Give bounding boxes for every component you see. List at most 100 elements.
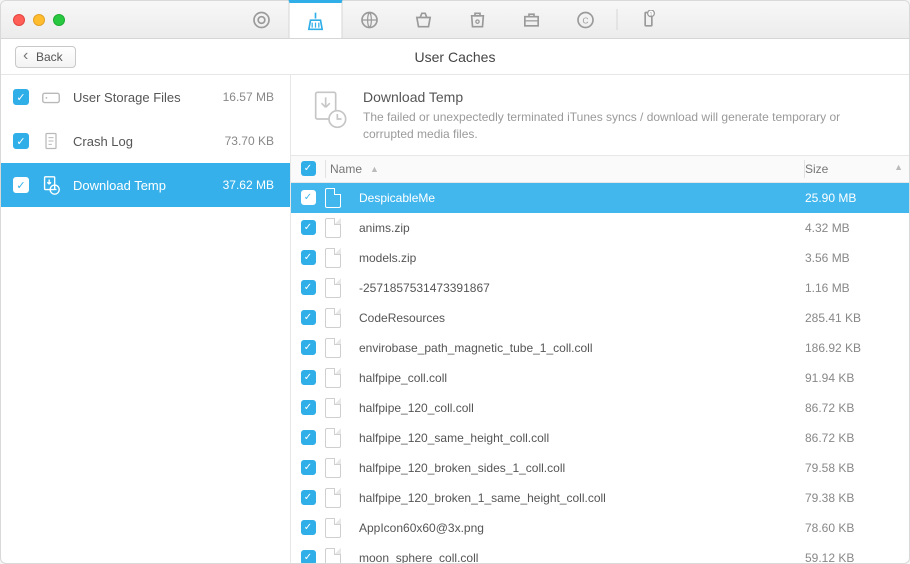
file-size: 91.94 KB bbox=[805, 371, 909, 385]
column-header-name[interactable]: Name▲ bbox=[326, 162, 804, 176]
minimize-window-button[interactable] bbox=[33, 14, 45, 26]
row-checkbox[interactable]: ✓ bbox=[301, 460, 316, 475]
page-title: User Caches bbox=[415, 49, 496, 65]
row-checkbox[interactable]: ✓ bbox=[301, 400, 316, 415]
toolbar-clean-icon[interactable] bbox=[289, 0, 343, 38]
file-name: envirobase_path_magnetic_tube_1_coll.col… bbox=[355, 341, 805, 355]
sidebar-item-crash-log[interactable]: ✓ Crash Log 73.70 KB bbox=[1, 119, 290, 163]
checkbox-icon[interactable]: ✓ bbox=[13, 133, 29, 149]
toolbar-dashboard-icon[interactable] bbox=[235, 1, 289, 38]
download-temp-icon bbox=[39, 173, 63, 197]
file-name: halfpipe_coll.coll bbox=[355, 371, 805, 385]
table-row[interactable]: ✓ halfpipe_120_broken_sides_1_coll.coll79… bbox=[291, 453, 909, 483]
toolbar-trash-icon[interactable] bbox=[451, 1, 505, 38]
table-row[interactable]: ✓ moon_sphere_coll.coll59.12 KB bbox=[291, 543, 909, 563]
table-row[interactable]: ✓ models.zip3.56 MB bbox=[291, 243, 909, 273]
row-checkbox[interactable]: ✓ bbox=[301, 490, 316, 505]
row-checkbox[interactable]: ✓ bbox=[301, 520, 316, 535]
file-icon bbox=[325, 518, 355, 538]
toolbar-globe-icon[interactable] bbox=[343, 1, 397, 38]
file-size: 4.32 MB bbox=[805, 221, 909, 235]
description-block: Download Temp The failed or unexpectedly… bbox=[291, 75, 909, 155]
row-checkbox[interactable]: ✓ bbox=[301, 250, 316, 265]
zoom-window-button[interactable] bbox=[53, 14, 65, 26]
app-window: C 1 Back User Caches ✓ User Storage File… bbox=[0, 0, 910, 564]
column-header-size[interactable]: Size▲ bbox=[805, 162, 909, 176]
file-name: models.zip bbox=[355, 251, 805, 265]
row-checkbox[interactable]: ✓ bbox=[301, 340, 316, 355]
file-size: 1.16 MB bbox=[805, 281, 909, 295]
row-checkbox[interactable]: ✓ bbox=[301, 430, 316, 445]
main-pane: Download Temp The failed or unexpectedly… bbox=[291, 75, 909, 563]
file-size: 78.60 KB bbox=[805, 521, 909, 535]
row-checkbox[interactable]: ✓ bbox=[301, 310, 316, 325]
row-checkbox[interactable]: ✓ bbox=[301, 550, 316, 563]
table-row[interactable]: ✓ halfpipe_120_same_height_coll.coll86.72… bbox=[291, 423, 909, 453]
file-icon bbox=[325, 308, 355, 328]
section-description: The failed or unexpectedly terminated iT… bbox=[363, 109, 891, 143]
sidebar-item-label: User Storage Files bbox=[73, 90, 213, 105]
toolbar-separator bbox=[617, 9, 618, 30]
back-button[interactable]: Back bbox=[15, 46, 76, 68]
checkbox-icon[interactable]: ✓ bbox=[13, 89, 29, 105]
toolbar-basket-icon[interactable] bbox=[397, 1, 451, 38]
table-row[interactable]: ✓ halfpipe_coll.coll91.94 KB bbox=[291, 363, 909, 393]
row-checkbox[interactable]: ✓ bbox=[301, 280, 316, 295]
file-size: 79.38 KB bbox=[805, 491, 909, 505]
row-checkbox[interactable]: ✓ bbox=[301, 370, 316, 385]
file-icon bbox=[325, 548, 355, 563]
sidebar-item-size: 37.62 MB bbox=[223, 178, 274, 192]
back-button-label: Back bbox=[36, 50, 63, 64]
document-icon bbox=[39, 129, 63, 153]
sort-indicator-icon: ▲ bbox=[894, 162, 903, 172]
table-body[interactable]: ✓DespicableMe25.90 MB✓anims.zip4.32 MB✓m… bbox=[291, 183, 909, 563]
sort-asc-icon: ▲ bbox=[370, 164, 379, 174]
section-title: Download Temp bbox=[363, 89, 891, 105]
sidebar-item-user-storage[interactable]: ✓ User Storage Files 16.57 MB bbox=[1, 75, 290, 119]
table-row[interactable]: ✓ halfpipe_120_broken_1_same_height_coll.… bbox=[291, 483, 909, 513]
file-name: AppIcon60x60@3x.png bbox=[355, 521, 805, 535]
table-row[interactable]: ✓ DespicableMe25.90 MB bbox=[291, 183, 909, 213]
table-row[interactable]: ✓anims.zip4.32 MB bbox=[291, 213, 909, 243]
file-size: 86.72 KB bbox=[805, 401, 909, 415]
drive-icon bbox=[39, 85, 63, 109]
table-row[interactable]: ✓ AppIcon60x60@3x.png78.60 KB bbox=[291, 513, 909, 543]
sidebar-item-size: 73.70 KB bbox=[225, 134, 274, 148]
toolbar-phone-icon[interactable]: 1 bbox=[622, 1, 676, 38]
file-name: halfpipe_120_same_height_coll.coll bbox=[355, 431, 805, 445]
file-size: 79.58 KB bbox=[805, 461, 909, 475]
file-icon bbox=[325, 188, 355, 208]
row-checkbox[interactable]: ✓ bbox=[301, 220, 316, 235]
table-row[interactable]: ✓ halfpipe_120_coll.coll86.72 KB bbox=[291, 393, 909, 423]
file-icon bbox=[325, 278, 355, 298]
table-row[interactable]: ✓CodeResources285.41 KB bbox=[291, 303, 909, 333]
row-checkbox[interactable]: ✓ bbox=[301, 190, 316, 205]
file-size: 3.56 MB bbox=[805, 251, 909, 265]
file-name: halfpipe_120_broken_sides_1_coll.coll bbox=[355, 461, 805, 475]
file-icon bbox=[325, 458, 355, 478]
file-icon bbox=[325, 488, 355, 508]
file-size: 86.72 KB bbox=[805, 431, 909, 445]
sidebar-item-download-temp[interactable]: ✓ Download Temp 37.62 MB bbox=[1, 163, 290, 207]
file-name: halfpipe_120_broken_1_same_height_coll.c… bbox=[355, 491, 805, 505]
file-size: 25.90 MB bbox=[805, 191, 909, 205]
file-size: 285.41 KB bbox=[805, 311, 909, 325]
checkbox-icon[interactable]: ✓ bbox=[13, 177, 29, 193]
select-all-checkbox[interactable]: ✓ bbox=[301, 161, 316, 176]
file-size: 186.92 KB bbox=[805, 341, 909, 355]
download-temp-large-icon bbox=[309, 89, 349, 129]
window-controls bbox=[1, 14, 65, 26]
file-name: moon_sphere_coll.coll bbox=[355, 551, 805, 563]
toolbar-toolbox-icon[interactable] bbox=[505, 1, 559, 38]
titlebar: C 1 bbox=[1, 1, 909, 39]
file-name: halfpipe_120_coll.coll bbox=[355, 401, 805, 415]
table-row[interactable]: ✓ envirobase_path_magnetic_tube_1_coll.co… bbox=[291, 333, 909, 363]
table-row[interactable]: ✓-25718575314733918671.16 MB bbox=[291, 273, 909, 303]
close-window-button[interactable] bbox=[13, 14, 25, 26]
toolbar-refresh-icon[interactable]: C bbox=[559, 1, 613, 38]
file-size: 59.12 KB bbox=[805, 551, 909, 563]
file-name: DespicableMe bbox=[355, 191, 805, 205]
sidebar-item-size: 16.57 MB bbox=[223, 90, 274, 104]
sidebar: ✓ User Storage Files 16.57 MB ✓ Crash Lo… bbox=[1, 75, 291, 563]
svg-text:C: C bbox=[582, 15, 588, 25]
